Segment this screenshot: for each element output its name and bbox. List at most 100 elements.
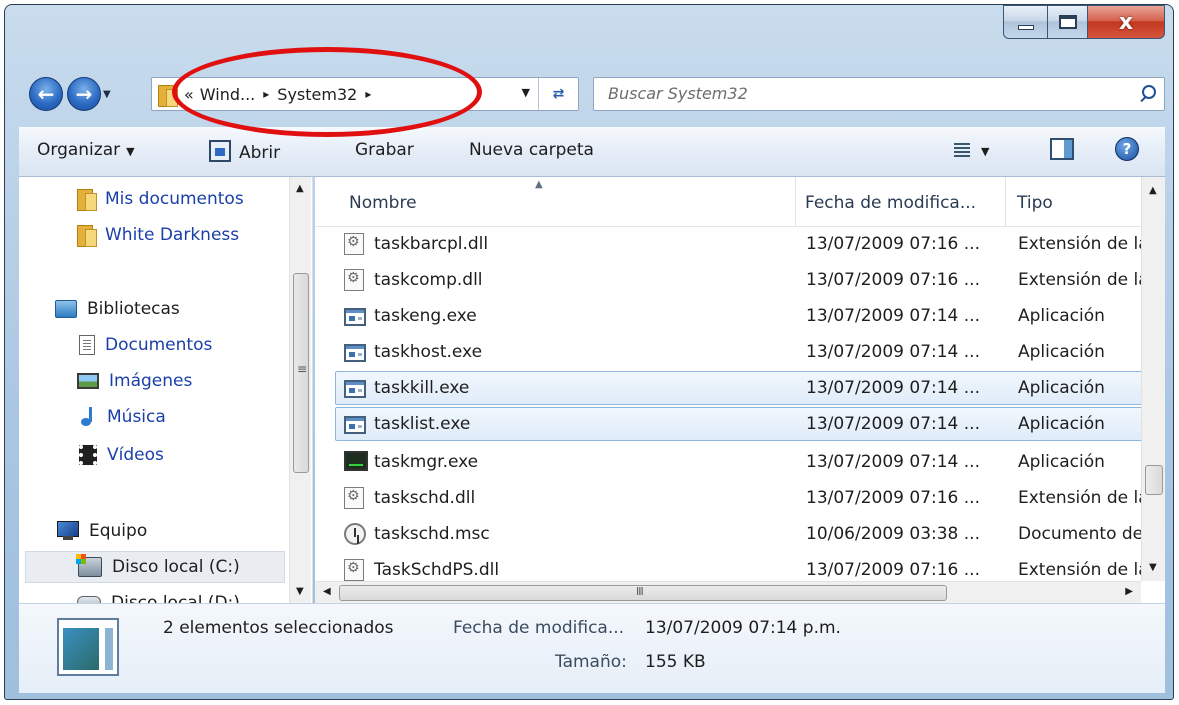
file-row[interactable]: taskhost.exe 13/07/2009 07:14 ... Aplica… xyxy=(335,335,1143,369)
scrollbar-thumb[interactable] xyxy=(1145,465,1163,495)
file-row[interactable]: taskeng.exe 13/07/2009 07:14 ... Aplicac… xyxy=(335,299,1143,333)
file-row-selected[interactable]: taskkill.exe 13/07/2009 07:14 ... Aplica… xyxy=(335,371,1143,405)
address-bar[interactable]: « Wind... ▸ System32 ▸ ▼ ⇄ xyxy=(151,77,579,111)
scroll-up-arrow[interactable]: ▲ xyxy=(296,183,304,194)
refresh-icon: ⇄ xyxy=(552,86,565,102)
scroll-up-arrow[interactable]: ▲ xyxy=(1149,185,1157,196)
breadcrumb-overflow[interactable]: « xyxy=(184,85,194,104)
minimize-button[interactable] xyxy=(1003,5,1047,39)
organize-label: Organizar xyxy=(37,140,121,160)
navigation-pane-scrollbar[interactable]: ▲ ▼ xyxy=(289,177,311,603)
breadcrumb-separator[interactable]: ▸ xyxy=(263,87,269,101)
file-row[interactable]: taskschd.msc 10/06/2009 03:38 ... Docume… xyxy=(335,517,1143,551)
back-button[interactable]: ← xyxy=(29,77,63,111)
maximize-button[interactable] xyxy=(1047,5,1087,39)
address-dropdown-arrow[interactable]: ▼ xyxy=(522,86,530,99)
views-icon[interactable] xyxy=(954,143,970,157)
dll-icon xyxy=(344,269,364,291)
search-box xyxy=(593,77,1165,111)
file-name: taskcomp.dll xyxy=(374,270,483,290)
open-icon xyxy=(209,140,231,162)
scroll-right-arrow[interactable]: ▶ xyxy=(1125,586,1133,597)
video-icon xyxy=(79,445,97,465)
column-divider[interactable] xyxy=(795,177,796,227)
refresh-button[interactable]: ⇄ xyxy=(538,78,578,110)
open-button[interactable]: Abrir xyxy=(209,140,280,163)
scroll-down-arrow[interactable]: ▼ xyxy=(296,586,304,597)
file-row[interactable]: taskschd.dll 13/07/2009 07:16 ... Extens… xyxy=(335,481,1148,515)
exe-icon xyxy=(344,380,366,398)
file-name: TaskSchdPS.dll xyxy=(374,560,500,580)
back-arrow-icon: ← xyxy=(37,82,55,106)
file-list-vertical-scrollbar[interactable]: ▲ ▼ xyxy=(1141,177,1165,581)
sidebar-item-imagenes[interactable]: Imágenes xyxy=(77,365,312,397)
exe-icon xyxy=(344,344,366,362)
navigation-pane: Mis documentos White Darkness Biblioteca… xyxy=(19,177,313,603)
recent-locations-dropdown[interactable]: ▼ xyxy=(103,89,111,100)
scrollbar-thumb[interactable] xyxy=(293,273,309,473)
computer-icon xyxy=(55,521,79,541)
views-dropdown-arrow[interactable]: ▼ xyxy=(981,145,989,158)
scroll-down-arrow[interactable]: ▼ xyxy=(1149,562,1157,573)
sidebar-item-label: Vídeos xyxy=(107,445,164,465)
file-date: 13/07/2009 07:14 ... xyxy=(806,452,980,472)
chevron-down-icon: ▼ xyxy=(126,145,135,158)
file-list-horizontal-scrollbar[interactable]: ◀ ▶ xyxy=(315,581,1141,603)
organize-button[interactable]: Organizar ▼ xyxy=(37,140,135,160)
drive-d-icon xyxy=(77,596,101,603)
file-list-pane: ▲ Nombre Fecha de modifica... Tipo taskb… xyxy=(315,177,1165,603)
new-folder-button[interactable]: Nueva carpeta xyxy=(469,140,594,160)
column-header-date[interactable]: Fecha de modifica... xyxy=(805,193,976,213)
breadcrumb-separator[interactable]: ▸ xyxy=(365,87,371,101)
sidebar-item-bibliotecas[interactable]: Bibliotecas xyxy=(55,293,312,325)
breadcrumb-system32[interactable]: System32 xyxy=(277,85,357,104)
navigation-bar: ← → ▼ « Wind... ▸ System32 ▸ ▼ ⇄ xyxy=(5,67,1173,119)
close-button[interactable]: x xyxy=(1087,5,1165,39)
size-label: Tamaño: xyxy=(555,652,627,672)
forward-arrow-icon: → xyxy=(75,82,93,106)
column-header-name[interactable]: Nombre xyxy=(349,193,417,213)
folder-icon xyxy=(77,224,97,247)
file-name: taskschd.dll xyxy=(374,488,476,508)
file-name: taskschd.msc xyxy=(374,524,490,544)
selection-thumbnail-icon xyxy=(57,618,119,676)
file-row[interactable]: taskbarcpl.dll 13/07/2009 07:16 ... Exte… xyxy=(335,227,1148,261)
help-icon[interactable]: ? xyxy=(1115,137,1139,161)
explorer-window: x ← → ▼ « Wind... ▸ System32 ▸ ▼ ⇄ Org xyxy=(4,4,1174,700)
selection-count: 2 elementos seleccionados xyxy=(163,618,394,638)
sidebar-item-mis-documentos[interactable]: Mis documentos xyxy=(77,183,312,215)
sidebar-item-disco-d[interactable]: Disco local (D:) xyxy=(77,587,312,603)
sidebar-item-videos[interactable]: Vídeos xyxy=(79,439,312,471)
file-name: taskmgr.exe xyxy=(374,452,479,472)
burn-button[interactable]: Grabar xyxy=(355,140,414,160)
file-row[interactable]: taskmgr.exe 13/07/2009 07:14 ... Aplicac… xyxy=(335,445,1143,479)
dll-icon xyxy=(344,233,364,255)
file-type: Extensión de la xyxy=(1018,270,1148,290)
sidebar-item-documentos[interactable]: Documentos xyxy=(79,329,312,361)
sidebar-item-equipo[interactable]: Equipo xyxy=(55,515,312,547)
sidebar-item-disco-c[interactable]: Disco local (C:) xyxy=(25,551,285,583)
file-date: 13/07/2009 07:16 ... xyxy=(806,270,980,290)
file-row-selected[interactable]: tasklist.exe 13/07/2009 07:14 ... Aplica… xyxy=(335,407,1143,441)
scroll-left-arrow[interactable]: ◀ xyxy=(323,586,331,597)
column-divider[interactable] xyxy=(1005,177,1006,227)
preview-pane-icon[interactable] xyxy=(1050,138,1074,160)
file-date: 13/07/2009 07:16 ... xyxy=(806,234,980,254)
file-date: 10/06/2009 03:38 ... xyxy=(806,524,980,544)
file-date: 13/07/2009 07:14 ... xyxy=(806,342,980,362)
forward-button[interactable]: → xyxy=(67,77,101,111)
sidebar-item-musica[interactable]: Música xyxy=(79,401,312,433)
scrollbar-thumb[interactable] xyxy=(339,585,947,601)
file-row[interactable]: taskcomp.dll 13/07/2009 07:16 ... Extens… xyxy=(335,263,1148,297)
column-header-type[interactable]: Tipo xyxy=(1017,193,1053,213)
search-input[interactable] xyxy=(594,78,1114,108)
file-type: Aplicación xyxy=(1018,342,1105,362)
search-icon[interactable] xyxy=(1142,85,1156,99)
sidebar-item-white-darkness[interactable]: White Darkness xyxy=(77,219,312,251)
file-name: tasklist.exe xyxy=(374,414,471,434)
file-date: 13/07/2009 07:16 ... xyxy=(806,488,980,508)
size-value: 155 KB xyxy=(645,652,706,672)
document-icon xyxy=(79,335,95,355)
breadcrumb-windows[interactable]: Wind... xyxy=(200,85,255,104)
pictures-icon xyxy=(77,373,99,389)
